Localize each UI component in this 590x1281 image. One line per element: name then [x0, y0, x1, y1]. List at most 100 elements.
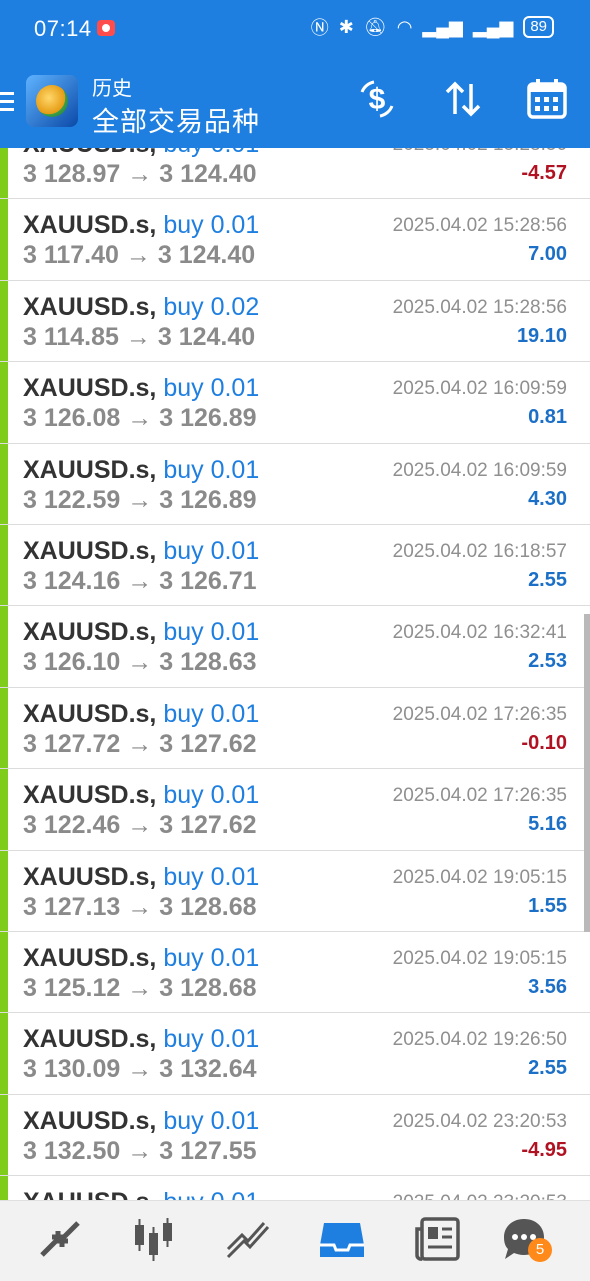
trade-icon[interactable]: [224, 1215, 272, 1263]
row-marker: [0, 148, 8, 199]
trade-row[interactable]: XAUUSD.s, buy 0.01 3 125.12 → 3 128.68 202…: [0, 931, 590, 1014]
symbol-label: XAUUSD.s,: [23, 618, 157, 647]
signal-4g-icon: ▂▄▆: [422, 16, 463, 37]
symbol-label: XAUUSD.s,: [23, 1106, 157, 1135]
trade-prices: 3 122.59 → 3 126.89: [23, 486, 257, 515]
arrow-icon: →: [127, 1136, 153, 1165]
symbol-label: XAUUSD.s,: [23, 1025, 157, 1054]
symbol-label: XAUUSD.s,: [23, 862, 157, 891]
trade-prices: 3 117.40 → 3 124.40: [23, 241, 255, 270]
trade-row[interactable]: XAUUSD.s, buy 0.01 3 127.72 → 3 127.62 202…: [0, 687, 590, 770]
currency-exchange-icon[interactable]: $: [354, 76, 400, 122]
trade-row[interactable]: XAUUSD.s, buy 0.01 3 122.59 → 3 126.89 202…: [0, 443, 590, 525]
trade-profit: 3.56: [528, 975, 567, 998]
nfc-icon: Ⓝ: [310, 18, 329, 38]
trade-side: buy 0.01: [163, 781, 260, 810]
trade-prices: 3 128.97 → 3 124.40: [23, 160, 257, 189]
app-bar: 历史 全部交易品种 $: [0, 58, 590, 148]
close-price: 3 128.63: [159, 648, 257, 677]
trade-time: 2025.04.02 15:28:56: [392, 215, 567, 237]
bluetooth-icon: ✱: [338, 16, 354, 37]
close-price: 3 124.40: [159, 160, 257, 188]
history-list[interactable]: XAUUSD.s, buy 0.01 3 128.97 → 3 124.40 202…: [0, 148, 590, 1200]
trade-row[interactable]: XAUUSD.s, buy 0.02 3 114.85 → 3 124.40 202…: [0, 280, 590, 363]
trade-side: buy 0.01: [163, 374, 260, 403]
trade-symbol: XAUUSD.s, buy 0.01: [23, 1025, 259, 1054]
trade-row[interactable]: XAUUSD.s, buy 0.01 3 126.10 → 3 128.63 202…: [0, 606, 590, 688]
trade-time: 2025.04.02 17:26:35: [392, 703, 567, 725]
row-marker: [0, 606, 8, 687]
trade-side: buy 0.01: [163, 699, 260, 728]
symbol-label: XAUUSD.s,: [23, 292, 157, 321]
trade-side: buy 0.01: [163, 1106, 260, 1135]
trade-row[interactable]: XAUUSD.s, buy 0.01 3 117.40 → 3 124.40 202…: [0, 199, 590, 281]
calendar-icon[interactable]: [524, 76, 570, 122]
row-marker: [0, 850, 8, 931]
mute-icon: 🔕︎: [363, 16, 387, 37]
trade-symbol: XAUUSD.s, buy 0.01: [23, 1107, 259, 1136]
bottom-nav: [0, 1200, 590, 1281]
close-price: 3 124.40: [157, 241, 256, 270]
trade-row[interactable]: XAUUSD.s, buy 0.01 2025.04.02 23:20:53: [0, 1176, 590, 1200]
trade-row[interactable]: XAUUSD.s, buy 0.013 128.97 → 3 124.40202…: [0, 148, 590, 200]
trade-prices: 3 130.09 → 3 132.64: [23, 1055, 257, 1084]
trade-profit: 1.55: [528, 894, 567, 917]
close-price: 3 127.55: [159, 1136, 257, 1165]
scrollbar[interactable]: [584, 614, 590, 932]
menu-icon[interactable]: [0, 92, 14, 112]
symbol-label: XAUUSD.s,: [23, 943, 157, 972]
page-title: 历史: [92, 78, 132, 100]
sort-icon[interactable]: [440, 76, 486, 122]
chart-icon[interactable]: [130, 1215, 178, 1263]
open-price: 3 128.97: [23, 160, 121, 188]
battery-icon: 89: [523, 16, 554, 38]
trade-time: 2025.04.02 19:05:15: [392, 947, 567, 969]
trade-side: buy 0.01: [163, 1188, 259, 1200]
trade-profit: 7.00: [528, 243, 567, 266]
trade-row[interactable]: XAUUSD.s, buy 0.01 3 130.09 → 3 132.64 202…: [0, 1013, 590, 1095]
arrow-icon: →: [125, 322, 151, 351]
trade-symbol: XAUUSD.s, buy 0.01: [23, 781, 259, 810]
close-price: 3 126.89: [159, 404, 257, 433]
row-marker: [0, 1176, 8, 1200]
trade-side: buy 0.01: [163, 1025, 260, 1054]
arrow-icon: →: [127, 811, 153, 840]
open-price: 3 130.09: [23, 1055, 121, 1084]
trade-profit: -4.57: [521, 162, 567, 184]
trade-row[interactable]: XAUUSD.s, buy 0.01 3 122.46 → 3 127.62 202…: [0, 769, 590, 851]
trade-profit: 4.30: [528, 487, 567, 510]
trade-symbol: XAUUSD.s, buy 0.01: [23, 618, 259, 647]
trade-time: 2025.04.02 15:28:56: [392, 296, 567, 318]
symbol-label: XAUUSD.s,: [23, 148, 156, 158]
trade-prices: 3 127.13 → 3 128.68: [23, 893, 257, 922]
arrow-icon: →: [127, 973, 153, 1002]
trade-side: buy 0.01: [163, 148, 259, 158]
screen-record-icon: [97, 20, 115, 36]
trade-row[interactable]: XAUUSD.s, buy 0.01 3 127.13 → 3 128.68 202…: [0, 850, 590, 932]
quotes-icon[interactable]: [36, 1215, 84, 1263]
trade-symbol: XAUUSD.s, buy 0.01: [23, 456, 259, 485]
trade-prices: 3 125.12 → 3 128.68: [23, 974, 257, 1003]
history-icon[interactable]: [318, 1215, 366, 1263]
arrow-icon: →: [127, 1055, 153, 1084]
news-icon[interactable]: [414, 1215, 462, 1263]
open-price: 3 122.59: [23, 485, 121, 514]
trade-symbol: XAUUSD.s, buy 0.01: [23, 537, 259, 566]
trade-time: 2025.04.02 19:26:50: [392, 1029, 567, 1051]
arrow-icon: →: [127, 892, 153, 921]
symbol-label: XAUUSD.s,: [23, 781, 157, 810]
trade-profit: 0.81: [528, 406, 567, 429]
trade-side: buy 0.01: [163, 211, 260, 240]
trade-row[interactable]: XAUUSD.s, buy 0.01 3 124.16 → 3 126.71 202…: [0, 524, 590, 607]
arrow-icon: →: [127, 729, 153, 758]
close-price: 3 126.89: [159, 485, 257, 514]
trade-symbol: XAUUSD.s, buy 0.01: [23, 863, 259, 892]
arrow-icon: →: [127, 160, 153, 188]
trade-row[interactable]: XAUUSD.s, buy 0.01 3 132.50 → 3 127.55 202…: [0, 1094, 590, 1177]
symbol-filter[interactable]: 全部交易品种: [92, 100, 260, 139]
row-marker: [0, 443, 8, 524]
wifi-icon: ◠: [396, 16, 413, 37]
trade-row[interactable]: XAUUSD.s, buy 0.01 3 126.08 → 3 126.89 202…: [0, 362, 590, 444]
symbol-label: XAUUSD.s,: [23, 536, 157, 565]
row-marker: [0, 931, 8, 1013]
